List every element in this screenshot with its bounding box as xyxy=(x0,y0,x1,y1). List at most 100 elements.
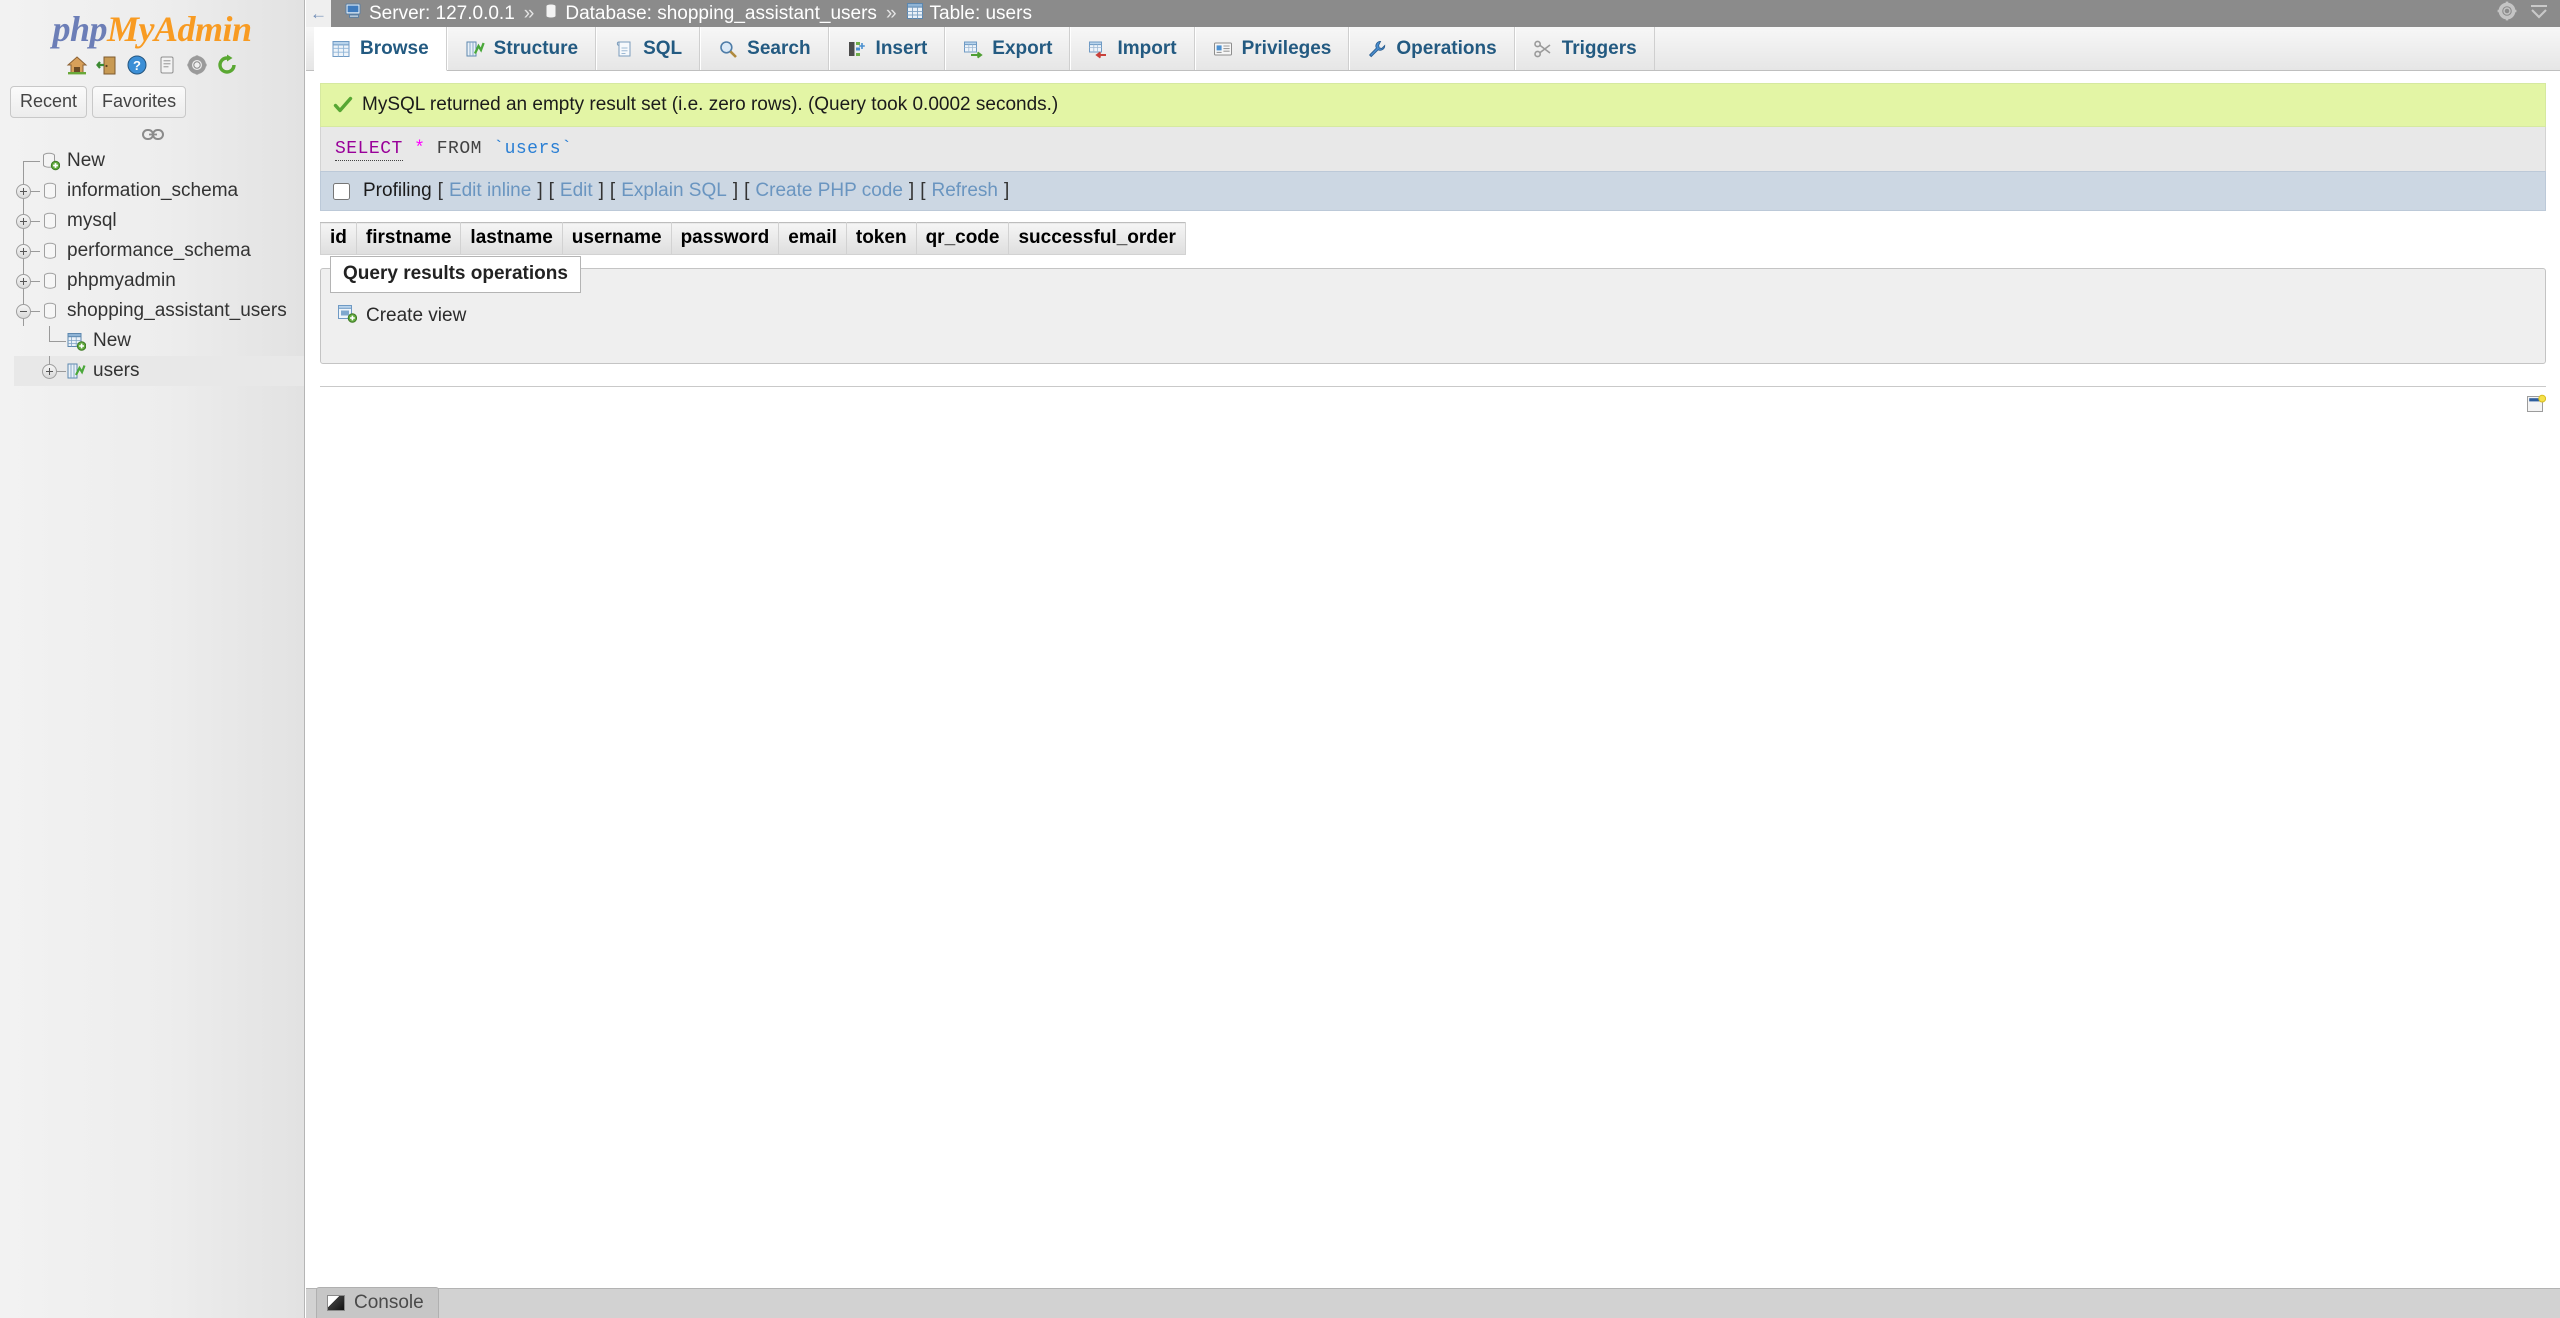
tab-sql[interactable]: SQL xyxy=(596,27,701,70)
gear-icon[interactable] xyxy=(186,54,208,76)
link-explain-sql[interactable]: Explain SQL xyxy=(621,180,727,202)
help-docs-icon[interactable]: ? xyxy=(126,54,148,76)
structure-icon xyxy=(465,39,485,59)
results-header-row: id firstname lastname username password … xyxy=(320,222,1186,255)
bracket-open: [ xyxy=(548,180,554,201)
tree-item-shopping-assistant-users[interactable]: shopping_assistant_users xyxy=(14,295,304,326)
database-icon xyxy=(40,271,60,291)
column-header-successful-order[interactable]: successful_order xyxy=(1008,222,1186,255)
tree-connector xyxy=(40,325,66,356)
tree-item-users[interactable]: users xyxy=(14,355,304,386)
tree-item-information-schema[interactable]: information_schema xyxy=(14,175,304,206)
profiling-label: Profiling xyxy=(363,180,432,201)
expander-plus-icon[interactable] xyxy=(16,183,31,199)
column-header-password[interactable]: password xyxy=(670,222,780,255)
create-view-icon xyxy=(337,303,358,329)
column-header-lastname[interactable]: lastname xyxy=(460,222,563,255)
mysql-docs-icon[interactable] xyxy=(156,54,178,76)
tab-insert[interactable]: Insert xyxy=(828,27,946,70)
create-view-link[interactable]: Create view xyxy=(337,303,466,329)
tree-label[interactable]: New xyxy=(67,150,105,172)
tree-item-performance-schema[interactable]: performance_schema xyxy=(14,235,304,266)
link-refresh[interactable]: Refresh xyxy=(931,180,998,202)
tree-item-mysql[interactable]: mysql xyxy=(14,205,304,236)
database-icon xyxy=(543,2,559,26)
collapse-up-icon[interactable] xyxy=(2528,0,2550,28)
import-icon xyxy=(1088,39,1108,59)
tab-label: Operations xyxy=(1396,37,1497,59)
link-create-php-code[interactable]: Create PHP code xyxy=(755,180,903,202)
nav-tab-favorites[interactable]: Favorites xyxy=(92,86,187,118)
tab-browse[interactable]: Browse xyxy=(314,27,447,71)
tree-item-phpmyadmin[interactable]: phpmyadmin xyxy=(14,265,304,296)
database-tree: New information_schema mysql performance… xyxy=(0,146,304,386)
tab-privileges[interactable]: Privileges xyxy=(1194,27,1350,70)
home-icon[interactable] xyxy=(66,54,88,76)
tab-label: SQL xyxy=(643,37,683,59)
tree-label[interactable]: information_schema xyxy=(67,180,238,202)
expander-plus-icon[interactable] xyxy=(16,243,31,259)
navigation-linkbar xyxy=(0,118,304,146)
breadcrumb-bar: ← Server: 127.0.0.1 » Database: shopping… xyxy=(306,0,2560,27)
expander-plus-icon[interactable] xyxy=(16,273,31,289)
gear-icon[interactable] xyxy=(2496,0,2518,28)
tab-import[interactable]: Import xyxy=(1070,27,1195,70)
navigation-tabs: Recent Favorites xyxy=(0,80,304,118)
column-header-email[interactable]: email xyxy=(778,222,847,255)
breadcrumb-server-text: Server: 127.0.0.1 xyxy=(369,2,515,24)
tab-search[interactable]: Search xyxy=(700,27,829,70)
back-button[interactable]: ← xyxy=(306,0,331,27)
link-edit-inline[interactable]: Edit inline xyxy=(449,180,531,202)
tree-item-new-table[interactable]: New xyxy=(14,325,304,356)
tab-label: Structure xyxy=(493,37,579,59)
sql-identifier: `users` xyxy=(493,139,573,159)
query-window-icon[interactable] xyxy=(2526,394,2547,414)
pma-logo[interactable]: phpMyAdmin xyxy=(0,0,304,52)
console-label: Console xyxy=(354,1292,424,1313)
expander-plus-icon[interactable] xyxy=(42,363,57,379)
link-edit[interactable]: Edit xyxy=(560,180,593,202)
column-header-firstname[interactable]: firstname xyxy=(355,222,462,255)
insert-icon xyxy=(847,39,867,59)
export-icon xyxy=(963,39,983,59)
nav-tab-recent[interactable]: Recent xyxy=(10,86,88,118)
database-icon xyxy=(40,301,60,321)
chain-link-icon[interactable] xyxy=(142,125,164,140)
breadcrumb-database-text: Database: shopping_assistant_users xyxy=(565,2,877,24)
tree-item-new-database[interactable]: New xyxy=(14,146,304,176)
tree-label[interactable]: users xyxy=(93,360,139,382)
query-action-bar: Profiling [ Edit inline ] [ Edit ] [ Exp… xyxy=(320,171,2546,211)
tab-operations[interactable]: Operations xyxy=(1349,27,1515,70)
column-header-qr-code[interactable]: qr_code xyxy=(915,222,1010,255)
sql-query-box[interactable]: SELECT * FROM `users` xyxy=(320,127,2546,171)
svg-text:?: ? xyxy=(133,58,141,73)
tab-export[interactable]: Export xyxy=(945,27,1071,70)
expander-minus-icon[interactable] xyxy=(16,303,31,319)
breadcrumb-database[interactable]: Database: shopping_assistant_users xyxy=(543,2,877,26)
tab-label: Triggers xyxy=(1561,37,1637,59)
bracket-open: [ xyxy=(744,180,750,201)
sql-icon xyxy=(614,39,634,59)
expander-plus-icon[interactable] xyxy=(16,213,31,229)
breadcrumb-table[interactable]: Table: users xyxy=(906,2,1032,26)
tree-label[interactable]: New xyxy=(93,330,131,352)
tab-structure[interactable]: Structure xyxy=(446,27,597,70)
profiling-checkbox[interactable] xyxy=(333,182,350,200)
server-icon xyxy=(345,3,363,25)
breadcrumb-server[interactable]: Server: 127.0.0.1 xyxy=(345,3,515,25)
tree-label[interactable]: shopping_assistant_users xyxy=(67,300,287,322)
column-header-username[interactable]: username xyxy=(561,222,672,255)
database-icon xyxy=(40,241,60,261)
tree-label[interactable]: performance_schema xyxy=(67,240,251,262)
console-icon xyxy=(327,1295,345,1311)
tree-label[interactable]: mysql xyxy=(67,210,117,232)
tree-label[interactable]: phpmyadmin xyxy=(67,270,176,292)
reload-icon[interactable] xyxy=(216,54,238,76)
column-header-id[interactable]: id xyxy=(320,222,357,255)
triggers-icon xyxy=(1533,39,1553,59)
database-icon xyxy=(40,181,60,201)
logout-icon[interactable] xyxy=(96,54,118,76)
tab-triggers[interactable]: Triggers xyxy=(1514,27,1655,70)
column-header-token[interactable]: token xyxy=(845,222,917,255)
console-toggle-button[interactable]: Console xyxy=(316,1287,439,1318)
